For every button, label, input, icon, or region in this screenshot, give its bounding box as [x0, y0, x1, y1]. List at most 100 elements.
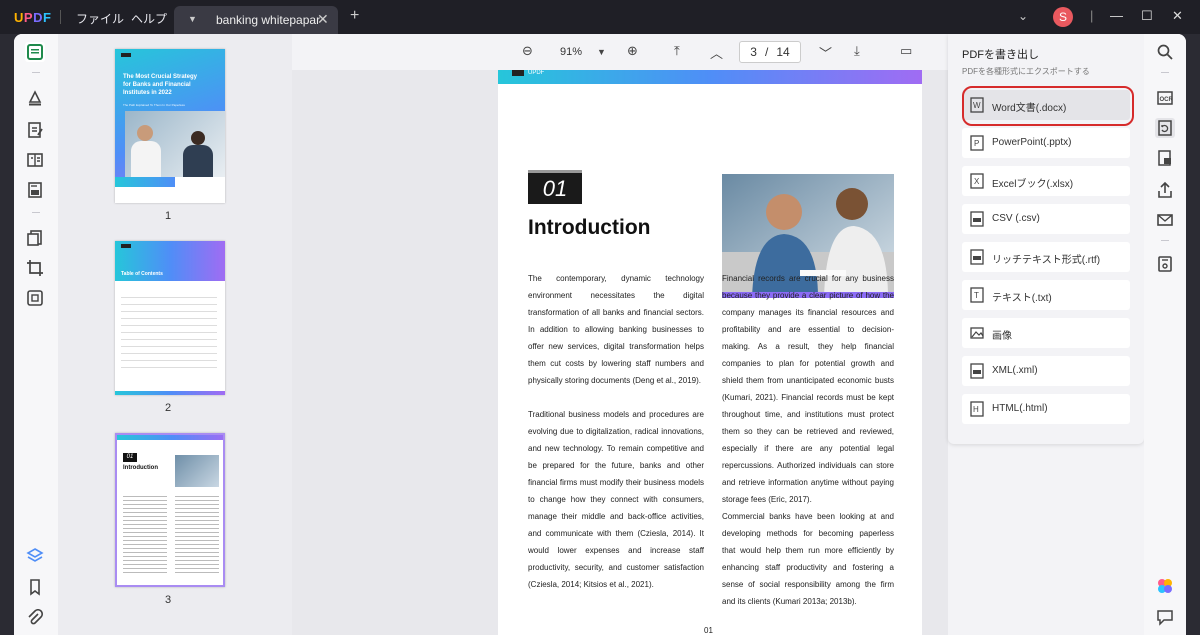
highlight-icon[interactable]	[25, 88, 45, 108]
document-canvas: ⊖ 91% ▼ ⊕ ⤒ ︿ 3 / 14 ﹀ ⤓ ▭ UPDF 01 Intro…	[292, 34, 948, 635]
column-1-paragraph-1: The contemporary, dynamic technology env…	[528, 274, 704, 385]
highlight-annotation	[962, 86, 1134, 126]
layers-icon[interactable]	[25, 546, 45, 566]
cover-photo	[125, 111, 225, 177]
thumbnail-page-3[interactable]: 01 Introduction	[115, 433, 225, 587]
search-icon[interactable]	[1155, 42, 1175, 62]
page-footer-number: 01	[704, 626, 713, 635]
first-page-icon[interactable]: ⤒	[674, 43, 680, 59]
export-powerpoint-button[interactable]: P PowerPoint(.pptx)	[962, 128, 1130, 158]
menu-help[interactable]: ヘルプ	[131, 10, 167, 27]
ocr-icon[interactable]: OCR	[1155, 88, 1175, 108]
cover-title: The Most Crucial Strategy for Banks and …	[123, 74, 198, 96]
column-2-paragraph-2: Commercial banks have been looking at an…	[722, 512, 894, 606]
thumb3-title: Introduction	[123, 465, 158, 471]
svg-text:T: T	[974, 291, 979, 300]
thumbnail-label-2: 2	[165, 402, 172, 414]
avatar[interactable]: S	[1053, 7, 1073, 27]
tab-title: banking whitepapar	[216, 13, 321, 27]
maximize-icon[interactable]: ☐	[1141, 8, 1153, 24]
zoom-out-icon[interactable]: ⊖	[522, 43, 533, 59]
csv-icon	[970, 211, 984, 227]
export-csv-button[interactable]: CSV (.csv)	[962, 204, 1130, 234]
document-tab[interactable]: ▼ banking whitepapar ✕	[174, 6, 338, 34]
zoom-dropdown-icon[interactable]: ▼	[597, 47, 606, 57]
export-html-button[interactable]: H HTML(.html)	[962, 394, 1130, 424]
title-separator	[60, 10, 61, 24]
tab-close-icon[interactable]: ✕	[317, 11, 329, 28]
svg-text:H: H	[973, 405, 979, 414]
rtf-icon	[970, 249, 984, 265]
bookmark-icon[interactable]	[25, 577, 45, 597]
svg-text:OCR: OCR	[1160, 97, 1174, 103]
share-icon[interactable]	[1155, 180, 1175, 200]
toolbar-divider	[1161, 240, 1169, 241]
html-icon: H	[970, 401, 984, 417]
ai-assistant-icon[interactable]	[1155, 576, 1175, 596]
export-rtf-button[interactable]: リッチテキスト形式(.rtf)	[962, 242, 1130, 272]
title-divider: |	[1090, 8, 1094, 23]
close-window-icon[interactable]: ✕	[1172, 8, 1183, 24]
next-page-icon[interactable]: ﹀	[819, 43, 832, 62]
form-icon[interactable]	[25, 150, 45, 170]
left-toolbar	[14, 34, 58, 635]
minimize-icon[interactable]: —	[1110, 8, 1123, 23]
thumbnail-page-1[interactable]: The Most Crucial Strategy for Banks and …	[115, 49, 225, 203]
toolbar-divider	[32, 72, 40, 73]
last-page-icon[interactable]: ⤓	[854, 43, 860, 59]
right-toolbar: OCR	[1144, 34, 1186, 635]
svg-text:P: P	[974, 139, 979, 148]
comment-icon[interactable]	[1155, 607, 1175, 627]
zoom-level[interactable]: 91%	[560, 46, 582, 58]
attachment-icon[interactable]	[25, 608, 45, 628]
thumbnail-page-2[interactable]: Table of Contents	[115, 241, 225, 395]
export-image-button[interactable]: 画像	[962, 318, 1130, 348]
edit-pdf-icon[interactable]	[25, 120, 45, 140]
menu-file[interactable]: ファイル	[76, 10, 124, 27]
prev-page-icon[interactable]: ︿	[710, 43, 723, 62]
zoom-in-icon[interactable]: ⊕	[627, 43, 638, 59]
page-number-field[interactable]: 3 / 14	[739, 41, 801, 63]
export-excel-button[interactable]: X Excelブック(.xlsx)	[962, 166, 1130, 196]
main-shell: The Most Crucial Strategy for Banks and …	[14, 34, 1186, 635]
mail-icon[interactable]	[1155, 210, 1175, 230]
xml-icon	[970, 363, 984, 379]
page-header-bar: UPDF	[498, 70, 922, 84]
powerpoint-icon: P	[970, 135, 984, 151]
column-2-paragraph-1: Financial records are crucial for any bu…	[722, 274, 894, 504]
thumbnail-panel: The Most Crucial Strategy for Banks and …	[58, 34, 292, 635]
toolbar-divider	[32, 212, 40, 213]
export-subtitle: PDFを各種形式にエクスポートする	[962, 67, 1090, 76]
protect-icon[interactable]	[1155, 148, 1175, 168]
crop-icon[interactable]	[25, 258, 45, 278]
convert-icon[interactable]	[1155, 118, 1175, 138]
toc-title: Table of Contents	[121, 271, 163, 277]
pdf-page: UPDF 01 Introduction The contemporary, d…	[498, 70, 922, 635]
export-txt-button[interactable]: T テキスト(.txt)	[962, 280, 1130, 310]
page-tools-icon[interactable]	[25, 228, 45, 248]
image-icon	[970, 327, 984, 339]
tab-dropdown-icon[interactable]: ▼	[188, 14, 197, 24]
excel-icon: X	[970, 173, 984, 189]
title-bar: UPDF ファイル ヘルプ ▼ banking whitepapar ✕ + ⌄…	[0, 0, 1200, 34]
export-title: PDFを書き出し	[962, 49, 1039, 61]
cover-subtitle: The Path Explained To Them In Our Paperl…	[123, 103, 185, 107]
toc-lines	[121, 291, 217, 371]
thumbnail-label-1: 1	[165, 210, 172, 222]
txt-icon: T	[970, 287, 984, 303]
column-1-paragraph-2: Traditional business models and procedur…	[528, 410, 704, 589]
updf-logo[interactable]: UPDF	[14, 10, 51, 25]
section-heading: Introduction	[528, 216, 651, 239]
section-number: 01	[528, 170, 582, 204]
toolbar-divider	[1161, 72, 1169, 73]
thumbnail-label-3: 3	[165, 594, 172, 606]
new-tab-icon[interactable]: +	[350, 7, 359, 25]
export-xml-button[interactable]: XML(.xml)	[962, 356, 1130, 386]
save-icon[interactable]	[1155, 254, 1175, 274]
reader-mode-icon[interactable]	[25, 42, 45, 62]
chevron-down-icon[interactable]: ⌄	[1018, 9, 1028, 23]
ocr-tool-icon[interactable]	[25, 288, 45, 308]
presentation-icon[interactable]: ▭	[900, 43, 912, 59]
thumb3-number: 01	[123, 453, 137, 462]
organize-page-icon[interactable]	[25, 180, 45, 200]
